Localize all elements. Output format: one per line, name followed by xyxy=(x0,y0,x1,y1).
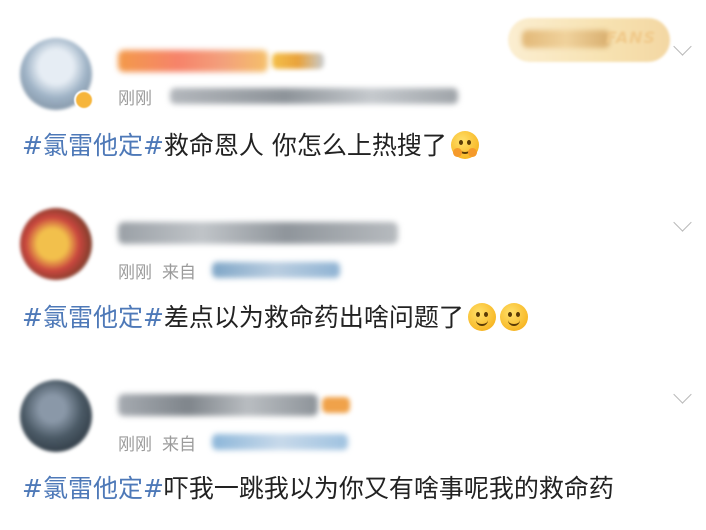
post-meta: 刚刚 来自 xyxy=(118,258,196,283)
user-badge-blurred xyxy=(272,53,324,69)
post-meta: 刚刚 xyxy=(118,84,162,109)
fans-badge-label-blurred xyxy=(522,30,610,48)
user-badge-blurred xyxy=(322,397,350,413)
username-blurred[interactable] xyxy=(118,394,318,416)
fans-badge[interactable]: FANS xyxy=(508,18,670,62)
post-text: 救命恩人 你怎么上热搜了 xyxy=(163,131,447,160)
chevron-down-icon[interactable] xyxy=(673,385,692,404)
post-time: 刚刚 xyxy=(118,435,152,455)
chevron-down-icon[interactable] xyxy=(673,213,692,232)
post-content: #氯雷他定#救命恩人 你怎么上热搜了 xyxy=(22,129,479,163)
meta-source-blurred xyxy=(170,88,458,104)
username-blurred[interactable] xyxy=(118,222,398,244)
hashtag-link[interactable]: #氯雷他定# xyxy=(22,303,164,332)
meta-source-blurred xyxy=(212,434,348,450)
avatar[interactable] xyxy=(20,380,92,452)
smile-emoji xyxy=(467,303,496,331)
post-meta: 刚刚 来自 xyxy=(118,430,196,455)
post-text: 吓我一跳我以为你又有啥事呢我的救命药 xyxy=(163,474,614,503)
avatar[interactable] xyxy=(20,208,92,280)
hug-emoji xyxy=(450,131,479,159)
post-text: 差点以为救命药出啥问题了 xyxy=(163,303,464,332)
chevron-down-icon[interactable] xyxy=(673,37,692,56)
post-content: #氯雷他定#差点以为救命药出啥问题了 xyxy=(22,301,528,335)
post-time: 刚刚 xyxy=(118,89,152,109)
post-content: #氯雷他定#吓我一跳我以为你又有啥事呢我的救命药 xyxy=(22,472,614,506)
verified-badge-icon xyxy=(74,90,94,110)
hashtag-link[interactable]: #氯雷他定# xyxy=(22,474,164,503)
post-source-prefix: 来自 xyxy=(162,435,196,455)
hashtag-link[interactable]: #氯雷他定# xyxy=(22,131,164,160)
post-source-prefix: 来自 xyxy=(162,263,196,283)
fans-badge-text: FANS xyxy=(605,28,656,47)
smile-emoji xyxy=(499,303,528,331)
post-time: 刚刚 xyxy=(118,263,152,283)
username-blurred[interactable] xyxy=(118,50,268,72)
meta-source-blurred xyxy=(212,262,340,278)
